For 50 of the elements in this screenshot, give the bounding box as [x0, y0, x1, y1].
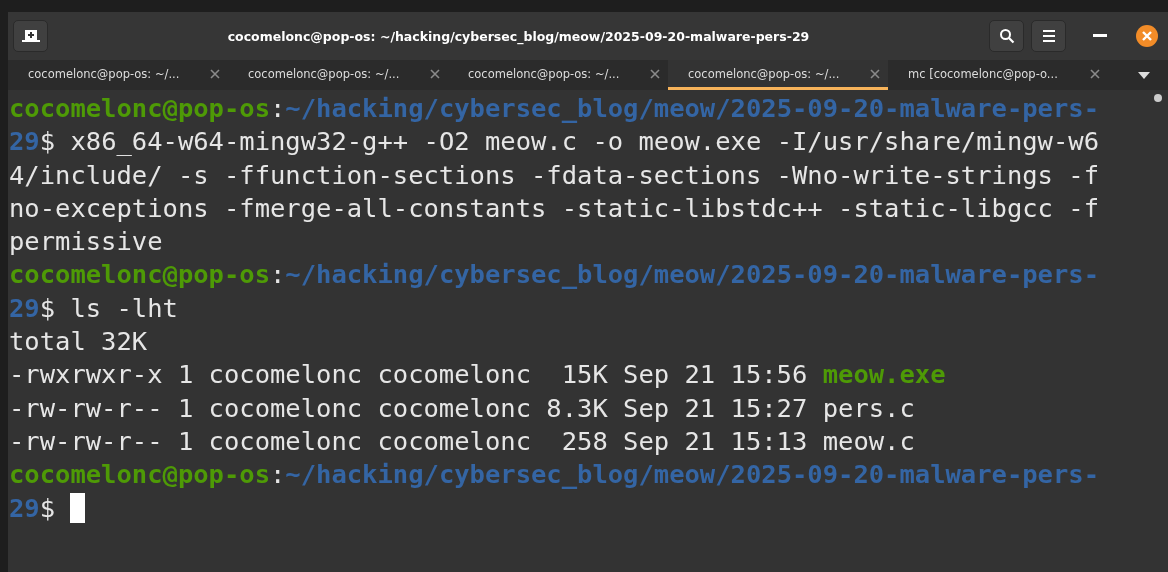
executable-name: meow.exe [822, 358, 946, 392]
close-icon[interactable] [1136, 25, 1158, 47]
close-tab-icon[interactable] [430, 68, 440, 79]
terminal-tab[interactable]: cocomelonc@pop-os: ~/... [448, 60, 668, 90]
window-title: cocomelonc@pop-os: ~/hacking/cybersec_blog/meow/2025-09-20-malware-pers-29 [226, 28, 811, 44]
tab-label: cocomelonc@pop-os: ~/... [468, 66, 620, 81]
terminal-tab[interactable]: cocomelonc@pop-os: ~/... [668, 60, 888, 90]
search-icon [998, 28, 1015, 44]
prompt-path: ~/hacking/cybersec_blog/meow/2025-09-20-malware-pers- [285, 258, 1100, 292]
terminal-text: -rw-rw-r-- 1 cocomelonc cocomelonc 8.3K Sep 21 15:27 pers.c [9, 391, 915, 425]
tab-label: mc [cocomelonc@pop-o... [908, 66, 1058, 81]
terminal-text: permissive [9, 225, 163, 259]
tab-label: cocomelonc@pop-os: ~/... [688, 66, 840, 81]
prompt-path: ~/hacking/cybersec_blog/meow/2025-09-20-malware-pers- [285, 458, 1100, 492]
close-tab-icon[interactable] [870, 68, 880, 79]
tab-label: cocomelonc@pop-os: ~/... [248, 66, 400, 81]
close-tab-icon[interactable] [210, 68, 220, 79]
terminal-tab[interactable]: mc [cocomelonc@pop-o... [888, 60, 1108, 90]
terminal-text: total 32K [9, 325, 148, 359]
text-cursor [70, 493, 86, 524]
prompt-path: ~/hacking/cybersec_blog/meow/2025-09-20-malware-pers- [285, 92, 1100, 125]
minimize-icon[interactable] [1093, 34, 1107, 38]
new-tab-icon [21, 28, 40, 44]
search-button[interactable] [989, 20, 1024, 52]
tab-label: cocomelonc@pop-os: ~/... [28, 66, 180, 81]
prompt-path: 29 [9, 491, 40, 525]
scrollbar[interactable] [1154, 94, 1162, 102]
menu-icon [1041, 29, 1056, 43]
prompt-user: cocomelonc@pop-os [9, 458, 270, 492]
menu-button[interactable] [1031, 20, 1066, 52]
close-tab-icon[interactable] [650, 68, 660, 79]
terminal-text: $ [39, 491, 57, 525]
terminal-text: : [270, 258, 286, 292]
terminal-text: 4/include/ -s -ffunction-sections -fdata-sections -Wno-write-strings -f [9, 158, 1099, 192]
terminal-text: : [270, 92, 286, 125]
terminal-tab[interactable]: cocomelonc@pop-os: ~/... [228, 60, 448, 90]
prompt-user: cocomelonc@pop-os [9, 258, 270, 292]
new-tab-button[interactable] [13, 20, 48, 52]
close-tab-icon[interactable] [1090, 68, 1100, 79]
prompt-user: cocomelonc@pop-os [9, 92, 270, 125]
terminal-text: $ ls -lht [39, 291, 178, 325]
prompt-path: 29 [9, 125, 40, 159]
prompt-path: 29 [9, 291, 40, 325]
terminal-text: : [270, 458, 286, 492]
terminal-text: no-exceptions -fmerge-all-constants -static-libstdc++ -static-libgcc -f [9, 191, 1099, 225]
terminal-text: -rw-rw-r-- 1 cocomelonc cocomelonc 258 Sep 21 15:13 meow.c [9, 424, 915, 458]
terminal-text: $ x86_64-w64-mingw32-g++ -O2 meow.c -o meow.exe -I/usr/share/mingw-w6 [39, 125, 1100, 159]
terminal-tab[interactable]: cocomelonc@pop-os: ~/... [8, 60, 228, 90]
dropdown-caret-icon[interactable] [1138, 71, 1150, 79]
terminal-text: -rwxrwxr-x 1 cocomelonc cocomelonc 15K Sep 21 15:56 [9, 358, 809, 392]
